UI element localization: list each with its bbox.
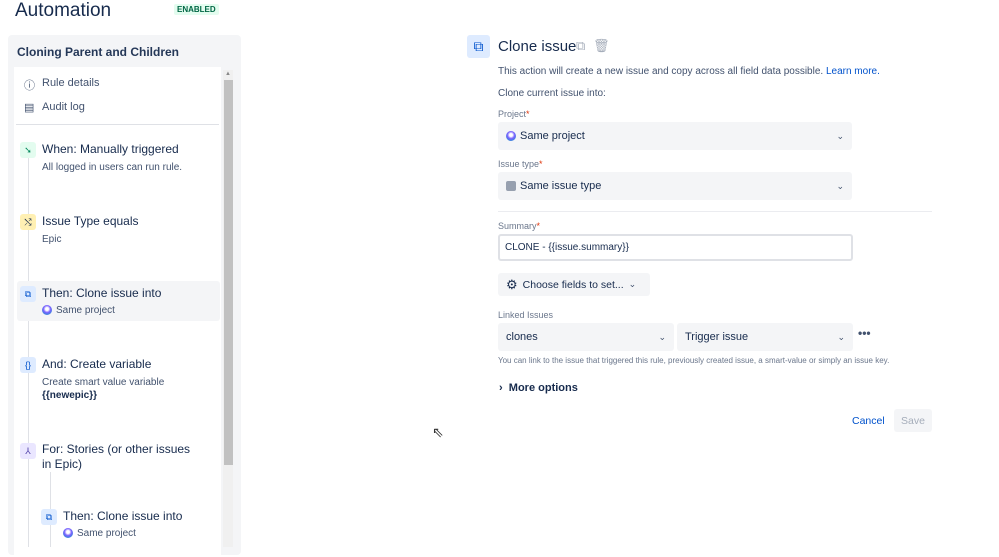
chevron-down-icon: ⌄ <box>658 331 666 342</box>
divider <box>498 211 932 212</box>
chevron-down-icon: ⌄ <box>837 331 845 342</box>
linked-issues-label: Linked Issues <box>498 310 554 320</box>
issue-type-select[interactable]: Same issue type ⌄ <box>498 172 852 200</box>
status-badge: ENABLED <box>174 4 219 15</box>
project-select[interactable]: Same project ⌄ <box>498 122 852 150</box>
page-title: Automation <box>15 0 112 21</box>
chevron-down-icon: ⌄ <box>628 279 637 289</box>
linked-help-text: You can link to the issue that triggered… <box>498 356 890 365</box>
nav-rule-details[interactable]: Rule details <box>42 77 99 89</box>
mouse-cursor-icon: ⇖ <box>432 424 444 440</box>
shuffle-icon: ⤭ <box>20 214 36 230</box>
info-icon: ⓘ <box>24 80 35 92</box>
project-icon <box>42 305 52 316</box>
nav-audit-log[interactable]: Audit log <box>42 101 85 113</box>
more-options-toggle[interactable]: › More options <box>499 382 578 394</box>
chevron-down-icon: ⌄ <box>836 130 844 141</box>
scrollbar-thumb[interactable] <box>224 80 233 465</box>
save-button[interactable]: Save <box>894 409 932 432</box>
chevron-down-icon: ⌄ <box>836 180 844 191</box>
clone-icon: ⧉ <box>20 286 36 302</box>
action-description: This action will create a new issue and … <box>498 66 824 77</box>
trash-icon[interactable]: 🗑 <box>593 38 610 54</box>
project-icon <box>63 528 73 539</box>
rule-name: Cloning Parent and Children <box>17 45 180 59</box>
gear-icon: ⚙ <box>506 276 518 292</box>
braces-icon: {} <box>20 357 36 373</box>
summary-input[interactable]: CLONE - {{issue.summary}} <box>498 234 853 261</box>
clone-into-label: Clone current issue into: <box>498 88 606 99</box>
cancel-button[interactable]: Cancel <box>852 415 885 427</box>
chevron-right-icon: › <box>499 382 503 394</box>
choose-fields-button[interactable]: ⚙ Choose fields to set... ⌄ <box>498 273 650 296</box>
project-icon <box>506 131 516 142</box>
hierarchy-icon: ⅄ <box>20 443 36 459</box>
summary-label: Summary <box>498 221 537 231</box>
copy-icon[interactable]: ⧉ <box>576 38 585 54</box>
document-icon: ▤ <box>24 102 35 114</box>
issue-type-icon <box>506 181 516 192</box>
project-label: Project <box>498 109 527 119</box>
action-title: Clone issue <box>498 38 577 55</box>
issue-type-label: Issue type <box>498 159 540 169</box>
divider <box>16 124 219 125</box>
more-icon[interactable]: ••• <box>858 326 871 340</box>
clone-icon: ⧉ <box>467 35 490 58</box>
clone-icon: ⧉ <box>41 509 57 525</box>
scroll-up-icon[interactable]: ▲ <box>225 71 231 77</box>
learn-more-link[interactable]: Learn more. <box>826 66 880 77</box>
link-target-select[interactable]: Trigger issue ⌄ <box>677 323 853 351</box>
link-type-select[interactable]: clones ⌄ <box>498 323 674 351</box>
trigger-icon: ➘ <box>20 142 36 158</box>
